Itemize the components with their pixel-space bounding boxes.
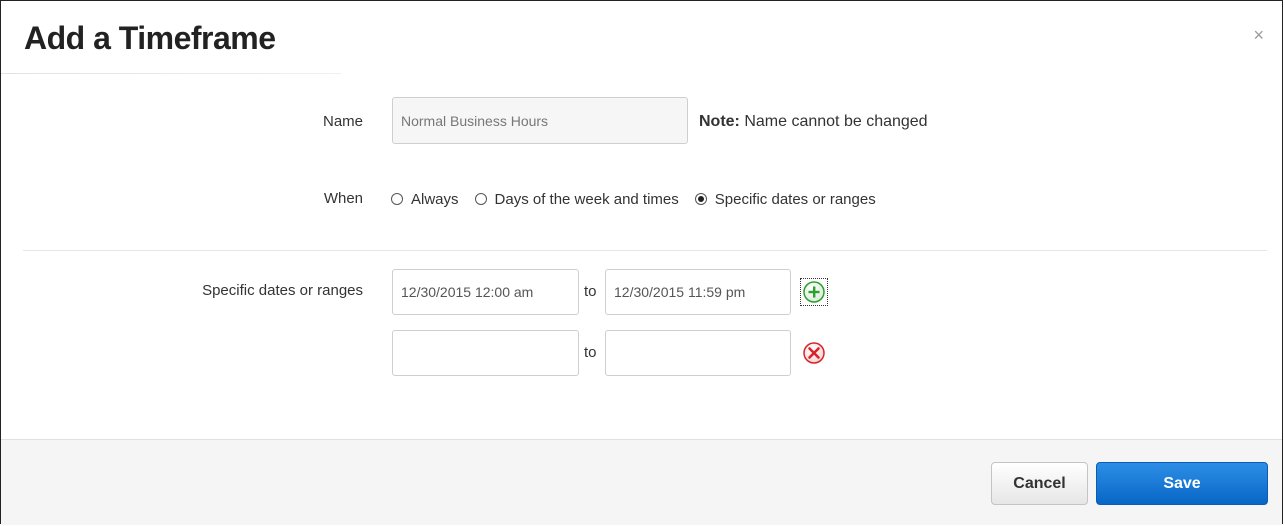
- when-radio-group: Always Days of the week and times Specif…: [391, 188, 892, 210]
- range-start-input[interactable]: [392, 269, 579, 315]
- save-button[interactable]: Save: [1096, 462, 1268, 505]
- dialog-header: Add a Timeframe ×: [1, 1, 1282, 74]
- when-label: When: [323, 190, 363, 207]
- radio-always[interactable]: Always: [391, 191, 459, 208]
- radio-button-icon[interactable]: [391, 193, 403, 205]
- add-circle-icon[interactable]: [800, 278, 828, 306]
- section-divider: [23, 250, 1267, 251]
- to-label: to: [584, 344, 597, 361]
- name-label: Name: [322, 113, 363, 130]
- radio-specific-dates-label: Specific dates or ranges: [714, 190, 876, 208]
- to-label: to: [584, 283, 597, 300]
- range-end-input[interactable]: [605, 330, 791, 376]
- radio-days-of-week-label: Days of the week and times: [494, 190, 679, 208]
- note-text: Name cannot be changed: [739, 113, 928, 130]
- radio-days-of-week[interactable]: Days of the week and times: [474, 190, 679, 208]
- remove-circle-icon[interactable]: [802, 341, 826, 365]
- add-timeframe-dialog: Add a Timeframe × Name Note: Name cannot…: [0, 0, 1283, 525]
- cancel-button[interactable]: Cancel: [991, 462, 1088, 505]
- name-input[interactable]: [392, 97, 688, 144]
- dialog-footer: Cancel Save: [1, 439, 1282, 525]
- radio-specific-dates[interactable]: Specific dates or ranges: [694, 190, 876, 208]
- radio-button-icon[interactable]: [474, 193, 487, 205]
- remove-circle-svg: [803, 342, 825, 364]
- note-label: Note:: [699, 113, 740, 130]
- add-circle-svg: [803, 281, 825, 303]
- name-note: Note: Name cannot be changed: [699, 113, 928, 131]
- radio-button-checked-icon[interactable]: [694, 193, 707, 205]
- radio-always-label: Always: [411, 190, 459, 208]
- range-end-input[interactable]: [605, 269, 791, 315]
- specific-dates-label: Specific dates or ranges: [202, 282, 363, 299]
- close-icon[interactable]: ×: [1253, 25, 1264, 46]
- header-divider: [1, 73, 341, 74]
- dialog-title: Add a Timeframe: [24, 20, 276, 56]
- range-start-input[interactable]: [392, 330, 579, 376]
